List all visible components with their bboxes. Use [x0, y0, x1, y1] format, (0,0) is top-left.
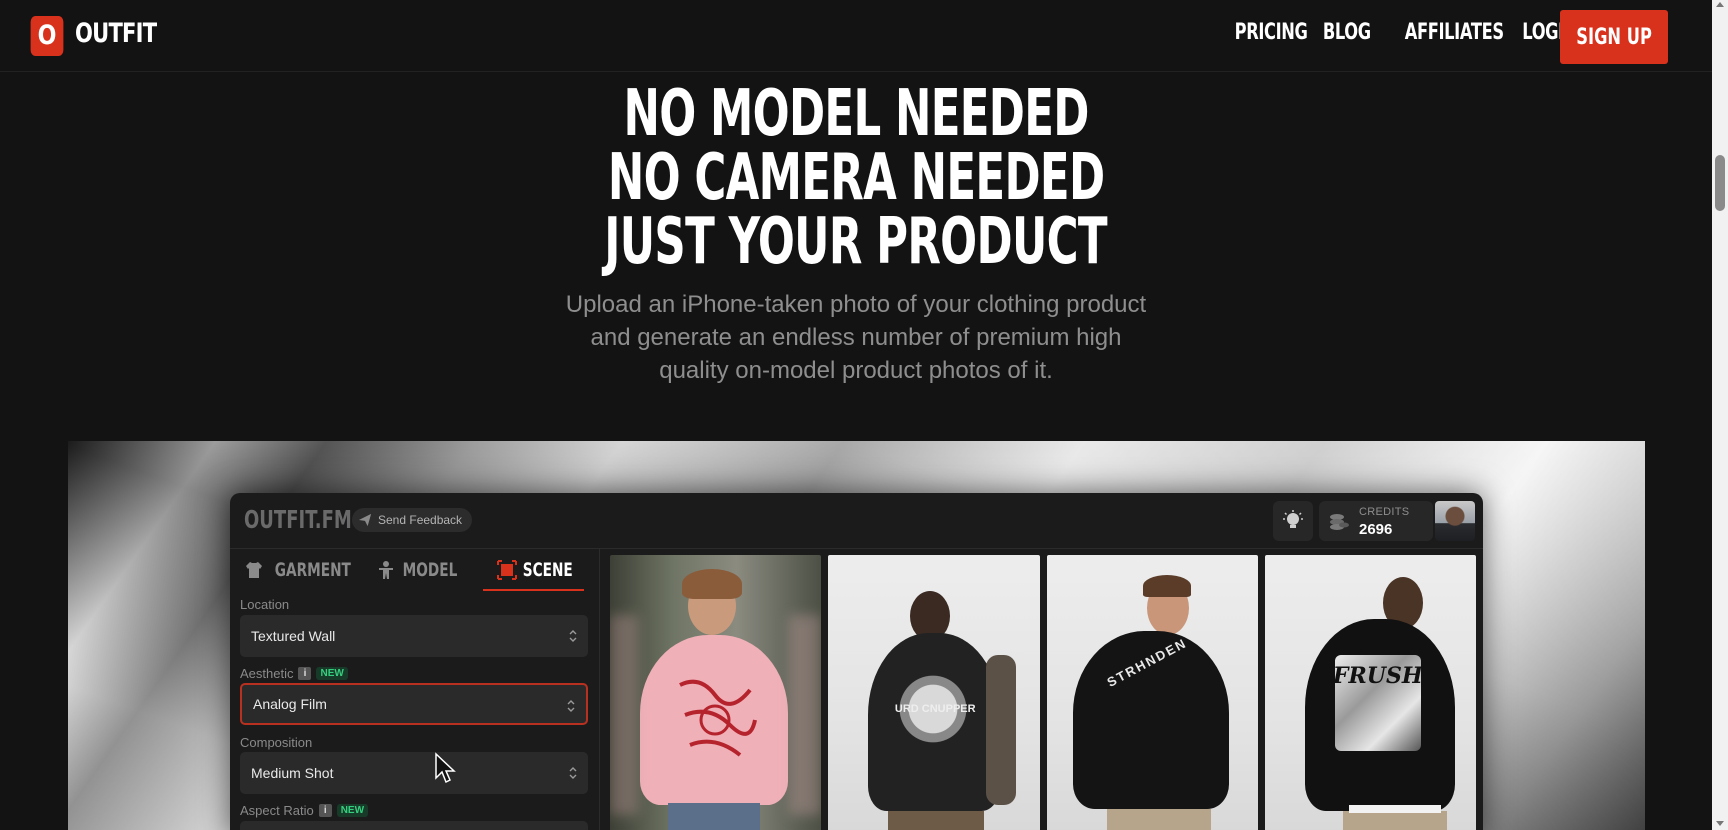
scroll-up-arrow-icon[interactable] [1716, 2, 1724, 7]
shirt-icon [245, 562, 262, 578]
page-scrollbar[interactable] [1712, 0, 1728, 830]
panel-tabs: GARMENT MODEL SCENE [240, 549, 592, 591]
tab-model-label: MODEL [402, 559, 458, 581]
credits-value: 2696 [1359, 521, 1393, 538]
generated-photos-grid: URD CNUPPER STRHNDEN FRUSH [610, 555, 1476, 830]
scroll-thumb[interactable] [1715, 155, 1725, 211]
tab-garment-label: GARMENT [274, 559, 351, 581]
black-hoodie-graphic-photo[interactable]: FRUSH [1264, 555, 1476, 830]
info-icon[interactable]: i [318, 804, 332, 817]
aspect-ratio-select[interactable] [240, 821, 588, 830]
location-value: Textured Wall [251, 628, 336, 644]
pink-hoodie-photo[interactable] [610, 555, 822, 830]
nav-link-affiliates[interactable]: AFFILIATES [1405, 20, 1504, 45]
scene-icon [496, 560, 517, 580]
tab-model[interactable]: MODEL [357, 549, 474, 591]
aesthetic-select[interactable]: Analog Film [240, 683, 588, 725]
credits-display[interactable]: CREDITS 2696 [1319, 501, 1433, 541]
location-label: Location [240, 597, 290, 612]
nav-link-blog[interactable]: BLOG [1323, 20, 1371, 45]
app-preview-window: OUTFIT.FM Send Feedback CREDITS 2696 GAR… [230, 493, 1483, 830]
hoodie-graphic-icon [679, 679, 757, 757]
chevron-updown-icon [569, 767, 577, 779]
hero-subtitle: Upload an iPhone-taken photo of your clo… [565, 291, 1147, 384]
aesthetic-label: Aesthetic i NEW [240, 666, 348, 681]
chevron-updown-icon [567, 700, 575, 712]
signup-label: SIGN UP [1576, 24, 1652, 50]
print-text: FRUSH [1332, 663, 1423, 689]
app-header: OUTFIT.FM Send Feedback CREDITS 2696 [230, 493, 1483, 549]
aesthetic-value: Analog Film [253, 696, 327, 712]
scroll-down-arrow-icon[interactable] [1716, 821, 1724, 826]
black-hoodie-turn-photo[interactable]: STRHNDEN [1046, 555, 1258, 830]
model-icon [379, 561, 394, 579]
aspect-ratio-label: Aspect Ratio i NEW [240, 803, 369, 818]
logo-text[interactable]: OUTFIT [75, 18, 157, 49]
credits-label: CREDITS [1359, 506, 1410, 518]
headline-line-3: JUST YOUR PRODUCT [604, 205, 1108, 279]
composition-label: Composition [240, 735, 313, 750]
lightbulb-button[interactable] [1273, 501, 1313, 541]
product-showcase: OUTFIT.FM Send Feedback CREDITS 2696 GAR… [68, 441, 1645, 830]
user-avatar[interactable] [1435, 501, 1475, 541]
black-hoodie-back-photo[interactable]: URD CNUPPER [828, 555, 1040, 830]
send-feedback-label: Send Feedback [378, 513, 463, 527]
mouse-pointer-icon [435, 752, 456, 784]
headline-line-1: NO MODEL NEEDED [623, 77, 1089, 151]
send-feedback-button[interactable]: Send Feedback [352, 508, 473, 532]
nav-links: PRICING BLOG AFFILIATES LOGIN [1223, 20, 1578, 45]
coins-icon [1330, 514, 1349, 530]
chevron-updown-icon [569, 630, 577, 642]
composition-select[interactable]: Medium Shot [240, 752, 588, 794]
location-select[interactable]: Textured Wall [240, 615, 588, 657]
print-text: URD CNUPPER [894, 703, 976, 715]
composition-value: Medium Shot [251, 765, 334, 781]
headline-line-2: NO CAMERA NEEDED [607, 141, 1105, 215]
info-icon[interactable]: i [298, 667, 312, 680]
new-badge: NEW [316, 667, 348, 680]
tab-garment[interactable]: GARMENT [240, 549, 357, 591]
app-logo[interactable]: OUTFIT.FM [244, 505, 352, 534]
signup-button[interactable]: SIGN UP [1560, 10, 1668, 64]
new-badge: NEW [336, 804, 369, 817]
tab-scene[interactable]: SCENE [475, 549, 592, 591]
paper-plane-icon [358, 513, 372, 527]
tab-scene-label: SCENE [522, 559, 573, 581]
logo-badge[interactable]: O [30, 16, 64, 56]
nav-link-pricing[interactable]: PRICING [1235, 20, 1308, 45]
top-nav: O OUTFIT PRICING BLOG AFFILIATES LOGIN S… [0, 0, 1712, 72]
settings-panel: GARMENT MODEL SCENE Location Textured Wa… [230, 549, 600, 830]
lightbulb-icon [1283, 510, 1303, 528]
